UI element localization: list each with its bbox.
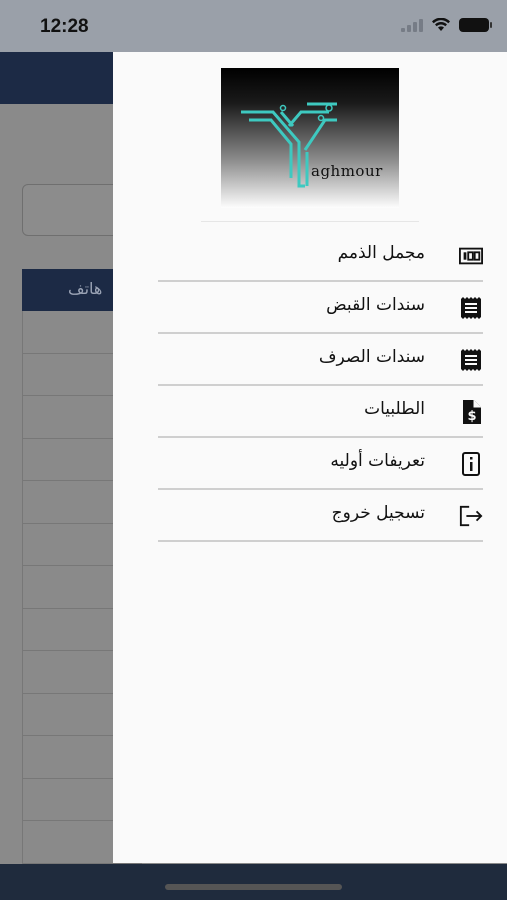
counter-icon <box>459 244 483 268</box>
battery-icon <box>459 18 492 32</box>
logo-mark-icon <box>241 102 337 188</box>
receipt-icon <box>459 348 483 372</box>
menu-item-orders[interactable]: الطلبيات $ <box>158 386 483 438</box>
logo-divider <box>201 221 419 222</box>
company-logo: aghmour <box>221 68 399 208</box>
status-bar: 12:28 <box>0 0 507 52</box>
info-icon <box>459 452 483 476</box>
menu-item-label: سندات القبض <box>326 295 425 315</box>
drawer-menu: مجمل الذمم سندات القبض سندات الصرف الطلب… <box>158 230 483 542</box>
menu-item-label: مجمل الذمم <box>337 243 425 263</box>
navigation-drawer: aghmour مجمل الذمم سندات القبض سندات الص… <box>113 52 507 863</box>
menu-item-label: تعريفات أوليه <box>330 451 425 471</box>
menu-item-debts-summary[interactable]: مجمل الذمم <box>158 230 483 282</box>
status-time: 12:28 <box>40 16 89 37</box>
menu-item-label: الطلبيات <box>364 399 425 419</box>
svg-text:$: $ <box>467 409 476 424</box>
menu-item-receipt-vouchers[interactable]: سندات القبض <box>158 282 483 334</box>
status-icons <box>401 18 492 32</box>
table-header-phone: هاتف <box>68 279 103 298</box>
menu-item-label: سندات الصرف <box>318 347 425 367</box>
bottom-bar <box>0 864 507 900</box>
home-indicator[interactable] <box>165 884 342 890</box>
menu-item-initial-settings[interactable]: تعريفات أوليه <box>158 438 483 490</box>
invoice-dollar-icon: $ <box>459 400 483 424</box>
menu-item-logout[interactable]: تسجيل خروج <box>158 490 483 542</box>
logout-icon <box>459 504 483 528</box>
menu-item-label: تسجيل خروج <box>331 503 425 523</box>
cellular-signal-icon <box>401 18 423 32</box>
menu-item-payment-vouchers[interactable]: سندات الصرف <box>158 334 483 386</box>
wifi-icon <box>432 18 450 31</box>
receipt-icon <box>459 296 483 320</box>
logo-text: aghmour <box>311 162 383 180</box>
